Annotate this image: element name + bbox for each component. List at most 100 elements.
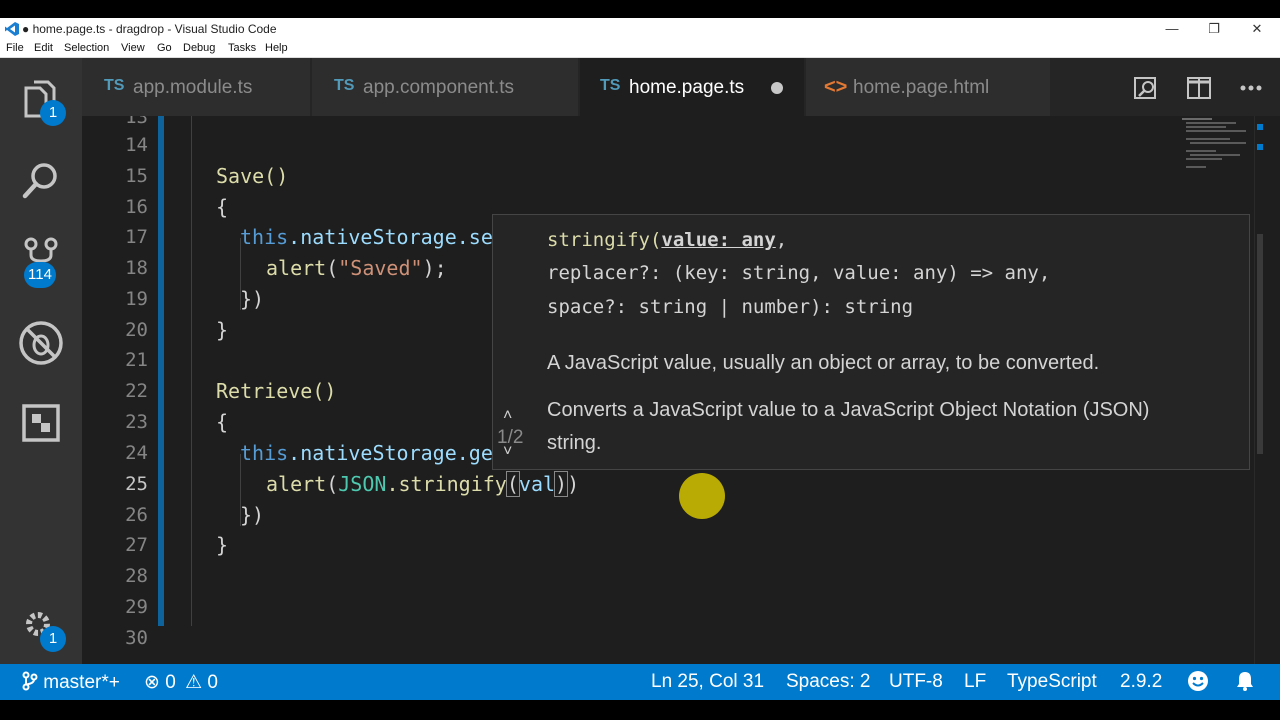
menu-edit[interactable]: Edit [34, 42, 53, 54]
title-bar: ● home.page.ts - dragdrop - Visual Studi… [0, 18, 1280, 40]
parameter-doc: A JavaScript value, usually an object or… [547, 352, 1100, 374]
line-number: 24 [125, 442, 148, 464]
chevron-down-icon[interactable]: ˅ [503, 443, 512, 461]
function-doc-cont: string. [547, 432, 602, 454]
line-number: 17 [125, 226, 148, 248]
search-button[interactable] [18, 158, 64, 204]
scrollbar-marker [1257, 144, 1263, 150]
menu-help[interactable]: Help [265, 42, 288, 54]
restore-button[interactable]: ❐ [1194, 18, 1234, 40]
tab-label: home.page.ts [629, 77, 745, 98]
activity-bar: 1 114 1 [0, 58, 82, 664]
scm-badge: 114 [24, 262, 56, 288]
debug-icon [19, 321, 63, 365]
function-token: alert [266, 472, 327, 496]
split-editor-icon [1187, 77, 1211, 99]
method-name: Retrieve() [216, 379, 337, 403]
scrollbar-thumb[interactable] [1257, 234, 1263, 454]
code-text: { [216, 195, 229, 219]
open-preview-button[interactable] [1132, 74, 1160, 102]
ellipsis-icon [1240, 85, 1262, 91]
line-number: 23 [125, 411, 148, 433]
string-token: "Saved" [338, 256, 423, 280]
line-number: 28 [125, 565, 148, 587]
code-line: 27 } [82, 531, 1182, 562]
line-number: 13 [125, 116, 148, 128]
screen-top-border [0, 0, 1280, 18]
warning-icon: ⚠ [185, 672, 203, 693]
menu-tasks[interactable]: Tasks [228, 42, 256, 54]
menu-bar: File Edit Selection View Go Debug Tasks … [0, 40, 1280, 58]
editor-tab-bar: TS app.module.ts TS app.component.ts TS … [82, 58, 1280, 116]
mouse-highlight [679, 473, 725, 519]
class-token: JSON [338, 472, 387, 496]
code-text: }) [240, 503, 265, 527]
settings-badge: 1 [40, 626, 66, 652]
code-line: 26 }) [82, 501, 1182, 532]
line-number: 30 [125, 627, 148, 649]
window-title: ● home.page.ts - dragdrop - Visual Studi… [22, 22, 277, 36]
line-number: 19 [125, 288, 148, 310]
problems-indicator[interactable]: ⊗ 0 ⚠ 0 [144, 671, 218, 694]
chevron-up-icon[interactable]: ˄ [503, 407, 512, 425]
close-window-button[interactable]: ✕ [1237, 18, 1277, 40]
menu-go[interactable]: Go [157, 42, 172, 54]
tab-home-page-ts[interactable]: TS home.page.ts [580, 58, 804, 116]
signature-punct: , [775, 229, 788, 251]
property-token: .nativeStorage.ge [288, 441, 493, 465]
signature-line: space?: string | number): string [547, 296, 914, 318]
indentation[interactable]: Spaces: 2 [786, 671, 871, 693]
typescript-version[interactable]: 2.9.2 [1120, 671, 1162, 693]
code-text: } [216, 533, 229, 557]
vertical-scrollbar[interactable] [1254, 116, 1268, 664]
tab-home-page-html[interactable]: <> home.page.html [806, 58, 1050, 116]
branch-indicator[interactable]: master*+ [22, 671, 120, 694]
cursor-position[interactable]: Ln 25, Col 31 [651, 671, 764, 693]
tab-label: app.component.ts [363, 77, 515, 98]
menu-debug[interactable]: Debug [183, 42, 215, 54]
extensions-button[interactable] [18, 400, 64, 446]
line-number: 18 [125, 257, 148, 279]
line-number: 21 [125, 349, 148, 371]
menu-view[interactable]: View [121, 42, 145, 54]
minimap[interactable] [1182, 116, 1254, 196]
html-icon: <> [824, 76, 848, 98]
split-editor-button[interactable] [1185, 74, 1213, 102]
unsaved-dot-icon[interactable] [771, 82, 783, 94]
tab-app-component[interactable]: TS app.component.ts [312, 58, 578, 116]
more-actions-button[interactable] [1237, 74, 1265, 102]
line-number: 26 [125, 504, 148, 526]
explorer-badge: 1 [40, 100, 66, 126]
feedback-button[interactable] [1186, 669, 1210, 699]
code-line: 30 [82, 624, 1182, 655]
code-text: this.nativeStorage.ge [240, 441, 493, 465]
menu-file[interactable]: File [6, 42, 24, 54]
function-token: .stringify [386, 472, 507, 496]
preview-search-icon [1134, 77, 1156, 99]
manage-button[interactable]: 1 [18, 604, 66, 652]
menu-selection[interactable]: Selection [64, 42, 109, 54]
signature-name: stringify( [547, 229, 662, 251]
source-control-button[interactable]: 114 [18, 234, 64, 288]
debug-button[interactable] [18, 320, 64, 366]
warning-count: 0 [207, 672, 218, 693]
language-mode[interactable]: TypeScript [1007, 671, 1097, 693]
code-text: }) [240, 287, 265, 311]
tab-app-module[interactable]: TS app.module.ts [82, 58, 310, 116]
end-of-line[interactable]: LF [964, 671, 986, 693]
tab-label: app.module.ts [133, 77, 253, 98]
encoding[interactable]: UTF-8 [889, 671, 943, 693]
explorer-button[interactable]: 1 [18, 78, 66, 126]
minimize-button[interactable]: — [1152, 18, 1192, 40]
function-doc: Converts a JavaScript value to a JavaScr… [547, 399, 1150, 421]
code-text: } [216, 318, 229, 342]
property-token: .nativeStorage.se [288, 225, 493, 249]
notifications-button[interactable] [1234, 670, 1256, 698]
code-text: alert("Saved"); [266, 256, 447, 280]
code-text: alert(JSON.stringify(val)) [266, 471, 580, 497]
vscode-logo-icon [5, 22, 19, 36]
hover-tooltip: stringify(value: any, replacer?: (key: s… [492, 214, 1250, 470]
error-icon: ⊗ [144, 672, 160, 693]
code-text: Save() [216, 164, 288, 188]
signature-line: replacer?: (key: string, value: any) => … [547, 262, 1051, 284]
